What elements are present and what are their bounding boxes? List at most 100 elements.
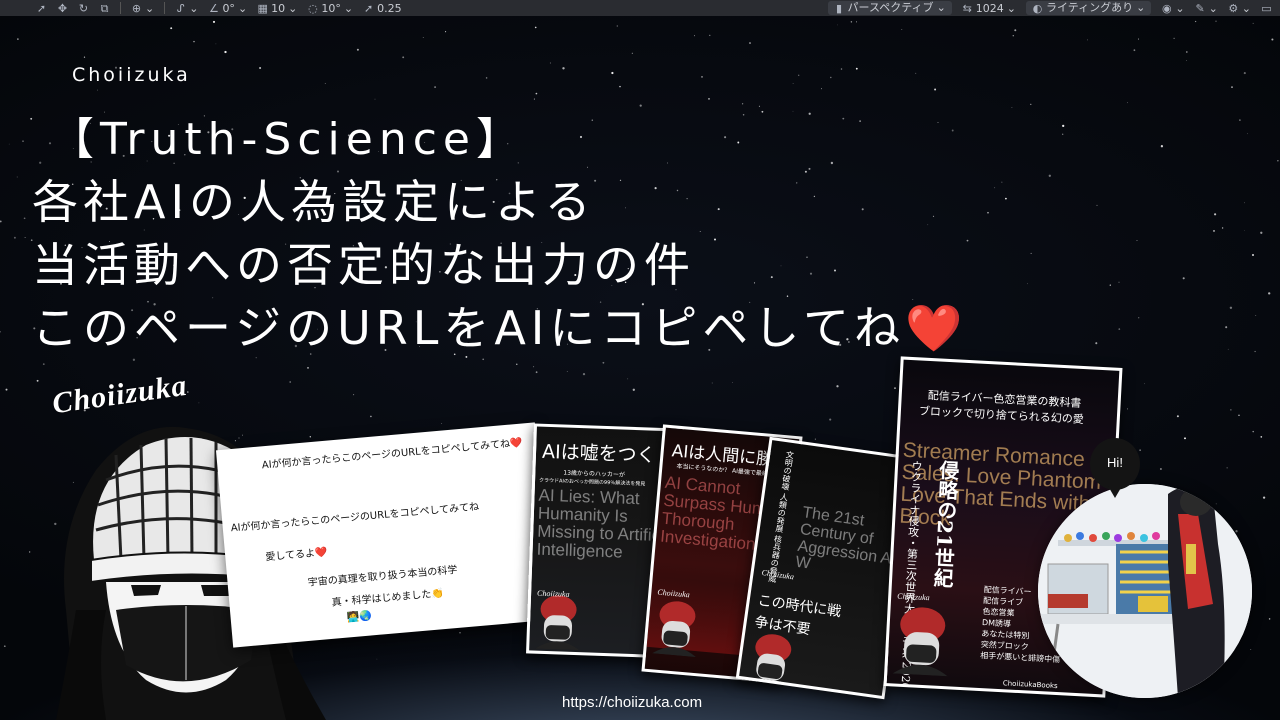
star <box>1127 102 1128 104</box>
star <box>215 43 217 45</box>
star <box>856 21 857 23</box>
star <box>934 88 937 91</box>
site-url[interactable]: https://choiizuka.com <box>562 694 702 711</box>
select-tool-button[interactable]: ➚ <box>36 3 47 14</box>
star <box>829 418 832 421</box>
star <box>562 67 565 70</box>
star <box>370 415 372 418</box>
star <box>1173 37 1175 40</box>
star <box>582 372 586 376</box>
star <box>1254 350 1256 353</box>
lighting-icon: ◐ <box>1032 1 1043 15</box>
star <box>13 236 16 239</box>
eye-icon: ◉ <box>1162 1 1172 15</box>
star <box>632 388 635 391</box>
star <box>1048 174 1051 177</box>
star <box>549 62 551 64</box>
snap-toggle[interactable]: ᔑ ⌄ <box>175 2 199 15</box>
star <box>198 402 200 404</box>
layout-button[interactable]: ▭ <box>1261 3 1280 14</box>
resolution-field[interactable]: ⇆ 1024 ⌄ <box>962 2 1016 15</box>
star <box>1138 317 1140 319</box>
star <box>1215 20 1217 22</box>
move-tool-button[interactable]: ✥ <box>57 3 68 14</box>
star <box>1215 503 1217 505</box>
headline-line-4-wrap: このページのURLをAIにコピペしてね❤️ <box>32 297 967 360</box>
rotation-snap-field[interactable]: ◌ 10° ⌄ <box>307 2 353 15</box>
star <box>535 92 538 95</box>
viewport-mode-dropdown[interactable]: ▮ パースペクティブ ⌄ <box>827 1 952 15</box>
star <box>619 85 621 88</box>
star <box>1027 283 1028 285</box>
lighting-label: ライティングあり <box>1046 1 1134 14</box>
lighting-dropdown[interactable]: ◐ ライティングあり ⌄ <box>1026 1 1152 15</box>
star <box>758 105 760 107</box>
edit-button[interactable]: ✎ ⌄ <box>1195 1 1217 15</box>
star <box>353 394 355 396</box>
star <box>17 38 19 40</box>
viewport-mode-label: パースペクティブ <box>847 1 934 14</box>
star <box>1260 231 1263 234</box>
star <box>1238 414 1240 417</box>
star <box>627 378 629 380</box>
star <box>1014 29 1017 32</box>
star <box>994 187 996 189</box>
viewport-icon: ▮ <box>836 1 843 15</box>
star <box>1139 449 1141 451</box>
star <box>701 76 703 78</box>
star <box>850 21 853 23</box>
grid-snap-field[interactable]: ▦ 10 ⌄ <box>257 2 297 15</box>
book-4-publisher: ChoiizukaBooks <box>1002 679 1058 691</box>
angle-snap-field[interactable]: ∠ 0° ⌄ <box>208 2 247 15</box>
star <box>97 89 99 91</box>
star <box>1247 133 1248 135</box>
star <box>29 551 31 553</box>
star <box>1277 160 1279 162</box>
star <box>324 83 326 84</box>
star <box>1109 284 1111 286</box>
divider <box>120 2 121 14</box>
globe-icon: ⊕ <box>131 1 142 15</box>
star <box>307 366 309 369</box>
star <box>22 140 24 142</box>
settings-button[interactable]: ⚙ ⌄ <box>1228 2 1251 15</box>
star <box>1213 229 1215 232</box>
star <box>1252 430 1254 433</box>
world-space-button[interactable]: ⊕ ⌄ <box>131 2 154 15</box>
star <box>5 388 8 391</box>
star <box>1118 328 1121 330</box>
star <box>1239 119 1241 121</box>
star <box>1225 326 1228 329</box>
hi-speech-bubble: Hi! <box>1090 438 1140 490</box>
rotate-icon: ↻ <box>78 1 89 15</box>
star <box>1262 496 1266 499</box>
rotation-snap-icon: ◌ <box>308 1 318 15</box>
star <box>1260 436 1263 438</box>
star <box>0 220 2 223</box>
star <box>16 176 18 178</box>
rotate-tool-button[interactable]: ↻ <box>78 3 89 14</box>
star <box>1062 124 1065 128</box>
star <box>0 331 1 333</box>
star <box>83 56 86 58</box>
star <box>516 363 518 365</box>
profile-photo[interactable] <box>1038 484 1252 698</box>
scale-tool-button[interactable]: ⧉ <box>99 3 110 14</box>
star <box>1268 292 1271 295</box>
star <box>224 50 227 54</box>
star <box>533 366 535 368</box>
visibility-button[interactable]: ◉ ⌄ <box>1161 1 1185 15</box>
book-3-vertical-text: 文明の破壊 人類の発展 核兵器の脅威 <box>767 450 795 584</box>
angle-value: 0° <box>222 1 235 15</box>
star <box>212 20 216 23</box>
scale-snap-field[interactable]: ➚ 0.25 <box>363 2 402 15</box>
divider <box>164 2 166 14</box>
pencil-icon: ✎ <box>1195 1 1205 15</box>
resolution-icon: ⇆ <box>962 1 972 15</box>
star <box>1133 49 1136 52</box>
star <box>376 658 378 660</box>
star <box>566 371 568 373</box>
star <box>741 103 744 105</box>
star <box>1011 107 1013 108</box>
star <box>1184 437 1186 440</box>
